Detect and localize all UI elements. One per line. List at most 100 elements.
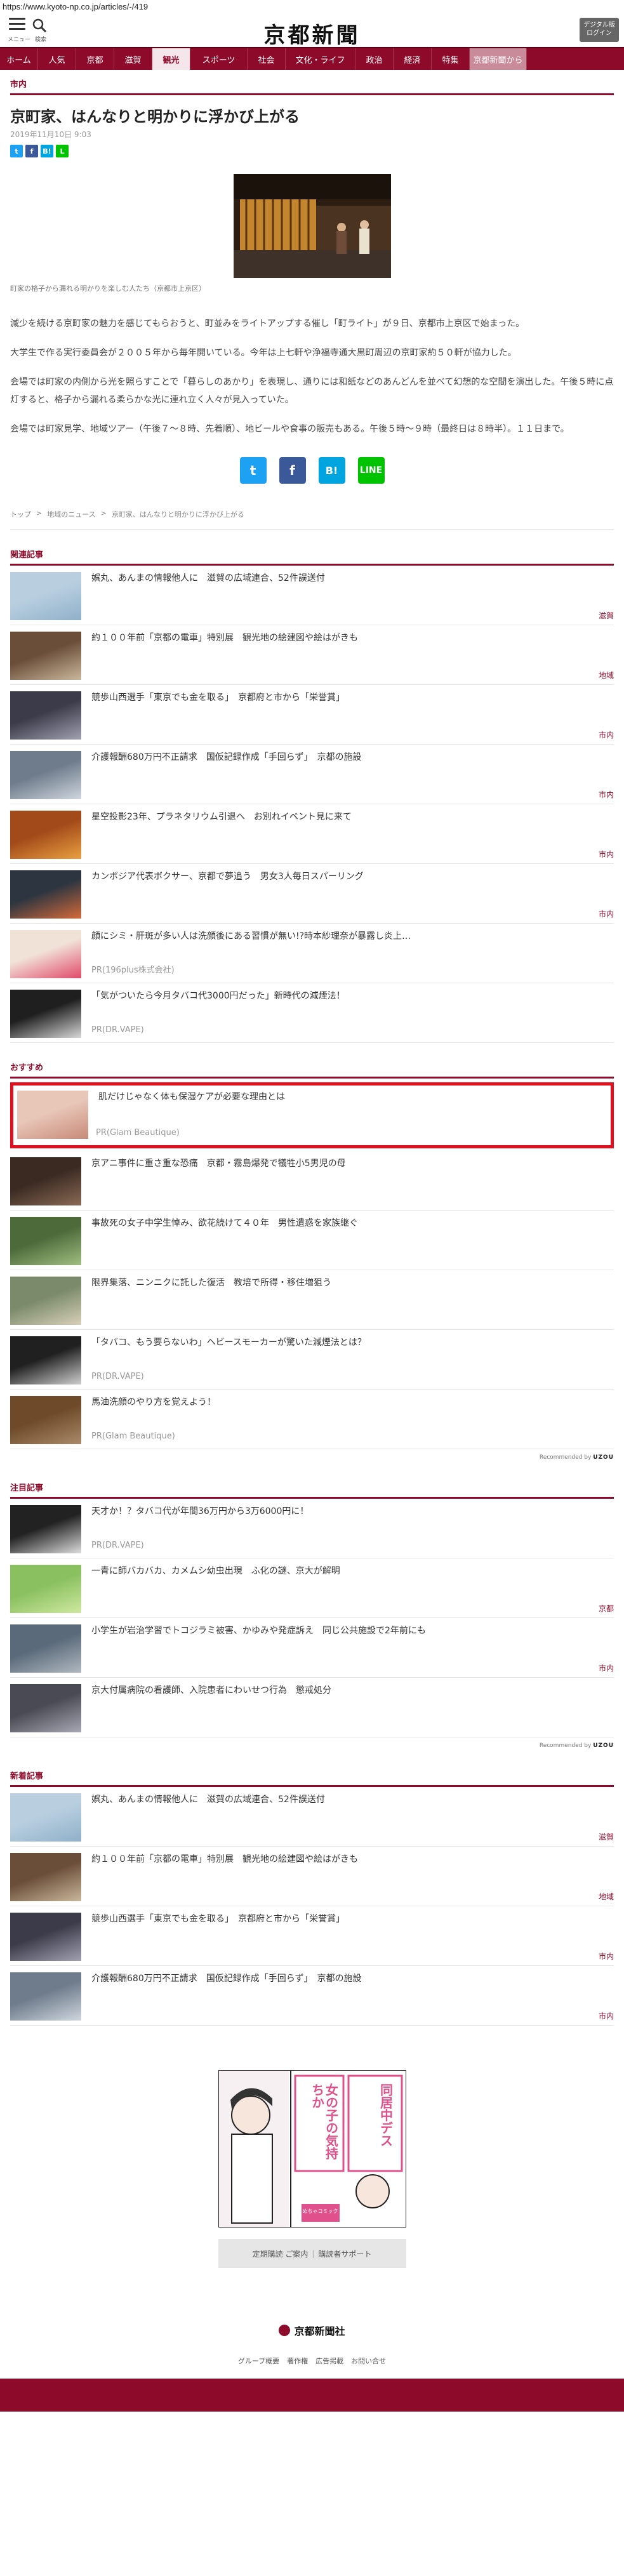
area-tag[interactable]: 滋賀 [599,610,614,621]
article-thumbnail[interactable] [10,751,81,799]
article-thumbnail[interactable] [10,1396,81,1444]
nav-tab-6[interactable]: 社会 [248,48,286,70]
article-row[interactable]: 肌だけじゃなく体も保湿ケアが必要な理由とは PR(Glam Beautique) [10,1082,614,1148]
nav-tab-2[interactable]: 京都 [76,48,114,70]
article-thumbnail[interactable] [10,632,81,680]
article-headline[interactable]: 競歩山西選手「東京でも金を取る」 京都府と市から「栄誉賞」 [91,691,345,744]
article-headline[interactable]: 京アニ事件に重さ重な恐痛 京都・霧島爆発で犠牲小5男児の母 [91,1157,346,1210]
footer-link[interactable]: 著作権 [287,2356,308,2366]
article-thumbnail[interactable] [10,1217,81,1265]
footer-link[interactable]: グループ概要 [238,2356,279,2366]
area-tag[interactable]: 地域 [599,1891,614,1902]
article-thumbnail[interactable] [10,870,81,919]
article-row[interactable]: 限界集落、ニンニクに託した復活 教培で所得・移住増狙う [10,1270,614,1330]
area-tag[interactable]: 市内 [599,2010,614,2021]
article-headline[interactable]: 娯丸、あんまの情報他人に 滋賀の広域連合、52件誤送付 [91,1793,325,1846]
breadcrumb-item[interactable]: トップ [10,509,31,519]
article-row[interactable]: 京アニ事件に重さ重な恐痛 京都・霧島爆発で犠牲小5男児の母 [10,1151,614,1211]
footer-link[interactable]: お問い合せ [351,2356,386,2366]
nav-tab-7[interactable]: 文化・ライフ [286,48,355,70]
url-bar[interactable]: https://www.kyoto-np.co.jp/articles/-/41… [0,0,624,14]
article-row[interactable]: 介護報酬680万円不正請求 国仮記録作成「手回らず」 京都の施設市内 [10,1966,614,2026]
article-thumbnail[interactable] [10,691,81,740]
nav-tab-0[interactable]: ホーム [0,48,38,70]
article-thumbnail[interactable] [10,1336,81,1384]
area-tag[interactable]: 地域 [599,670,614,681]
area-tag[interactable]: 市内 [599,789,614,800]
nav-tab-11[interactable]: 京都新聞から [470,48,527,70]
article-headline[interactable]: 一青に師バカバカ、カメムシ幼虫出現 ふ化の謎、京大が解明 [91,1565,340,1617]
footer-link[interactable]: 広告掲載 [315,2356,343,2366]
article-headline[interactable]: 娯丸、あんまの情報他人に 滋賀の広域連合、52件誤送付 [91,572,325,625]
article-row[interactable]: カンボジア代表ボクサー、京都で夢追う 男女3人毎日スパーリング市内 [10,864,614,924]
nav-tab-8[interactable]: 政治 [355,48,394,70]
article-thumbnail[interactable] [10,1972,81,2021]
article-row[interactable]: 約１００年前「京都の電車」特別展 観光地の絵建図や絵はがきも地域 [10,1847,614,1906]
area-tag[interactable]: 市内 [599,908,614,919]
article-thumbnail[interactable] [17,1091,88,1139]
nav-tab-10[interactable]: 特集 [432,48,470,70]
article-headline[interactable]: 介護報酬680万円不正請求 国仮記録作成「手回らず」 京都の施設 [91,751,361,804]
area-tag[interactable]: 市内 [599,1663,614,1673]
article-thumbnail[interactable] [10,1157,81,1205]
article-row[interactable]: 競歩山西選手「東京でも金を取る」 京都府と市から「栄誉賞」市内 [10,1906,614,1966]
article-row[interactable]: 娯丸、あんまの情報他人に 滋賀の広域連合、52件誤送付滋賀 [10,1787,614,1847]
footer-logo[interactable]: 京都新聞社 [0,2323,624,2338]
hatena-icon[interactable]: B! [318,457,345,484]
article-row[interactable]: 「気がついたら今月タバコ代3000円だった」新時代の減煙法！ PR(DR.VAPE… [10,983,614,1043]
article-thumbnail[interactable] [10,930,81,978]
nav-tab-4[interactable]: 観光 [152,48,190,70]
article-row[interactable]: 娯丸、あんまの情報他人に 滋賀の広域連合、52件誤送付滋賀 [10,566,614,625]
article-headline[interactable]: 約１００年前「京都の電車」特別展 観光地の絵建図や絵はがきも [91,1853,358,1906]
area-tag[interactable]: 市内 [599,849,614,860]
twitter-icon[interactable]: t [239,457,267,484]
article-row[interactable]: 競歩山西選手「東京でも金を取る」 京都府と市から「栄誉賞」市内 [10,685,614,745]
article-row[interactable]: 約１００年前「京都の電車」特別展 観光地の絵建図や絵はがきも地域 [10,625,614,685]
article-headline[interactable]: 競歩山西選手「東京でも金を取る」 京都府と市から「栄誉賞」 [91,1913,345,1965]
article-headline[interactable]: 事故死の女子中学生悼み、欲花続けて４０年 男性遺惑を家族継ぐ [91,1217,358,1270]
article-row[interactable]: 一青に師バカバカ、カメムシ幼虫出現 ふ化の謎、京大が解明京都 [10,1558,614,1618]
article-headline[interactable]: 限界集落、ニンニクに託した復活 教培で所得・移住増狙う [91,1277,331,1329]
article-row[interactable]: 「タバコ、もう要らないわ」ヘビースモーカーが驚いた減煙法とは？ PR(DR.VAP… [10,1330,614,1390]
article-row[interactable]: 京大付属病院の看護師、入院患者にわいせつ行為 懲戒処分 [10,1678,614,1737]
article-thumbnail[interactable] [10,1277,81,1325]
article-thumbnail[interactable] [10,811,81,859]
nav-tab-5[interactable]: スポーツ [190,48,248,70]
article-headline[interactable]: 京大付属病院の看護師、入院患者にわいせつ行為 懲戒処分 [91,1684,331,1737]
article-headline[interactable]: 介護報酬680万円不正請求 国仮記録作成「手回らず」 京都の施設 [91,1972,361,2025]
article-headline[interactable]: カンボジア代表ボクサー、京都で夢追う 男女3人毎日スパーリング [91,870,364,923]
article-row[interactable]: 天才か！？タバコ代が年間36万円から3万6000円に！ PR(DR.VAPE) [10,1499,614,1558]
article-headline[interactable]: 約１００年前「京都の電車」特別展 観光地の絵建図や絵はがきも [91,632,358,684]
article-thumbnail[interactable] [10,572,81,620]
site-logo[interactable]: 京都新聞 [0,18,624,49]
article-thumbnail[interactable] [10,1853,81,1901]
area-tag[interactable]: 京都 [599,1603,614,1614]
article-thumbnail[interactable] [10,1684,81,1732]
twitter-icon[interactable]: t [10,145,23,157]
article-row[interactable]: 介護報酬680万円不正請求 国仮記録作成「手回らず」 京都の施設市内 [10,745,614,804]
article-thumbnail[interactable] [10,1793,81,1842]
article-row[interactable]: 事故死の女子中学生悼み、欲花続けて４０年 男性遺惑を家族継ぐ [10,1211,614,1270]
article-row[interactable]: 顔にシミ・肝斑が多い人は洗顔後にある習慣が無い!?時本紗理奈が暴露し炎上… PR(… [10,924,614,983]
facebook-icon[interactable]: f [279,457,306,484]
login-button[interactable]: デジタル版 ログイン [580,18,619,42]
breadcrumb-item[interactable]: 地域のニュース [47,509,95,519]
support-link[interactable]: 購読者サポート [318,2248,371,2259]
article-photo[interactable] [233,174,391,278]
article-row[interactable]: 星空投影23年、プラネタリウム引退へ お別れイベント見に来て市内 [10,804,614,864]
nav-tab-1[interactable]: 人気 [38,48,76,70]
area-tag[interactable]: 市内 [599,729,614,740]
manga-ad[interactable]: 女の子の気持ちか 同居中デス めちゃコミック [218,2070,406,2227]
facebook-icon[interactable]: f [25,145,38,157]
line-icon[interactable]: L [56,145,69,157]
hatena-icon[interactable]: B! [41,145,53,157]
area-tag[interactable]: 市内 [599,1951,614,1962]
article-headline[interactable]: 星空投影23年、プラネタリウム引退へ お別れイベント見に来て [91,811,352,863]
article-thumbnail[interactable] [10,1913,81,1961]
article-row[interactable]: 馬油洗顔のやり方を覚えよう！ PR(Glam Beautique) [10,1390,614,1449]
article-headline[interactable]: 小学生が岩治学習でトコジラミ被害、かゆみや発症訴え 同じ公共施設で2年前にも [91,1624,426,1677]
article-thumbnail[interactable] [10,1624,81,1673]
area-tag[interactable]: 滋賀 [599,1831,614,1842]
nav-tab-3[interactable]: 滋賀 [114,48,152,70]
line-icon[interactable]: LINE [357,457,385,484]
